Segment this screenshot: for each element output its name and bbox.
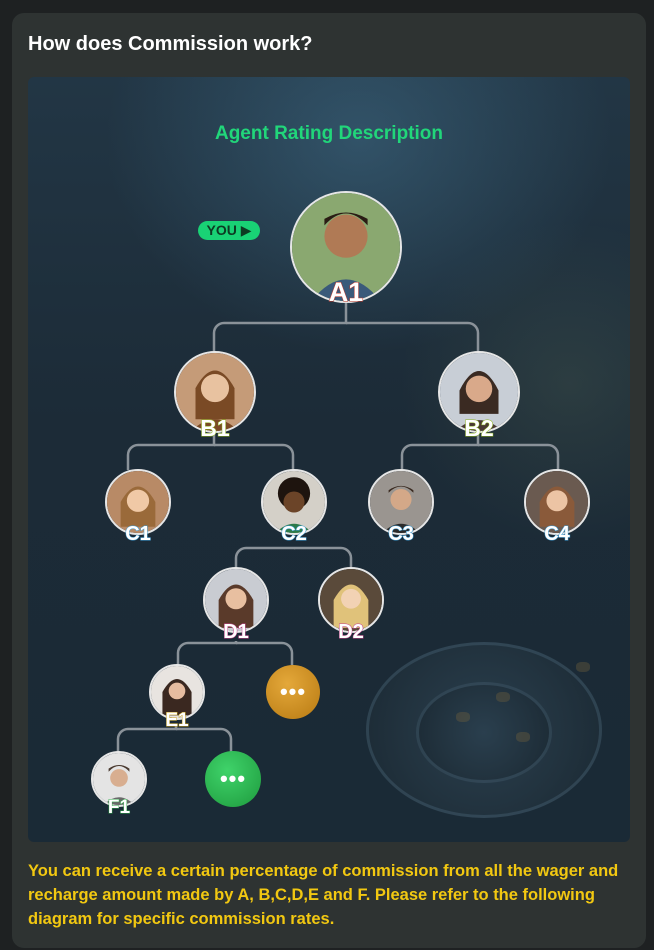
node-d2: D2 xyxy=(318,567,384,644)
node-c2: C2 xyxy=(261,469,327,546)
node-c1: C1 xyxy=(105,469,171,546)
commission-card: How does Commission work? Agent Rating D… xyxy=(12,13,646,948)
node-a1: A1 xyxy=(290,191,402,316)
label-b2: B2 xyxy=(464,415,494,442)
commission-description: You can receive a certain percentage of … xyxy=(28,862,619,928)
play-arrow-icon: ▶ xyxy=(240,222,252,238)
more-e-agents-button[interactable]: ••• xyxy=(266,665,320,719)
label-c1: C1 xyxy=(125,523,152,546)
node-c4: C4 xyxy=(524,469,590,546)
label-b1: B1 xyxy=(200,415,230,442)
node-f1: F1 xyxy=(91,751,147,819)
label-d1: D1 xyxy=(223,621,250,644)
label-e1: E1 xyxy=(165,710,189,732)
label-c2: C2 xyxy=(281,523,308,546)
label-c4: C4 xyxy=(544,523,571,546)
node-c3: C3 xyxy=(368,469,434,546)
label-f1: F1 xyxy=(107,797,131,819)
node-b1: B1 xyxy=(174,351,256,442)
you-badge: YOU ▶ xyxy=(198,221,260,240)
more-f-agents-button[interactable]: ••• xyxy=(205,751,261,807)
agent-rating-diagram: Agent Rating Description YOU ▶ A1 B1 B2 … xyxy=(28,77,630,842)
card-title: How does Commission work? xyxy=(28,33,313,55)
node-d1: D1 xyxy=(203,567,269,644)
label-a1: A1 xyxy=(328,277,364,308)
node-e1: E1 xyxy=(149,664,205,732)
label-d2: D2 xyxy=(338,621,365,644)
node-b2: B2 xyxy=(438,351,520,442)
label-c3: C3 xyxy=(388,523,415,546)
you-badge-text: YOU xyxy=(206,222,237,238)
